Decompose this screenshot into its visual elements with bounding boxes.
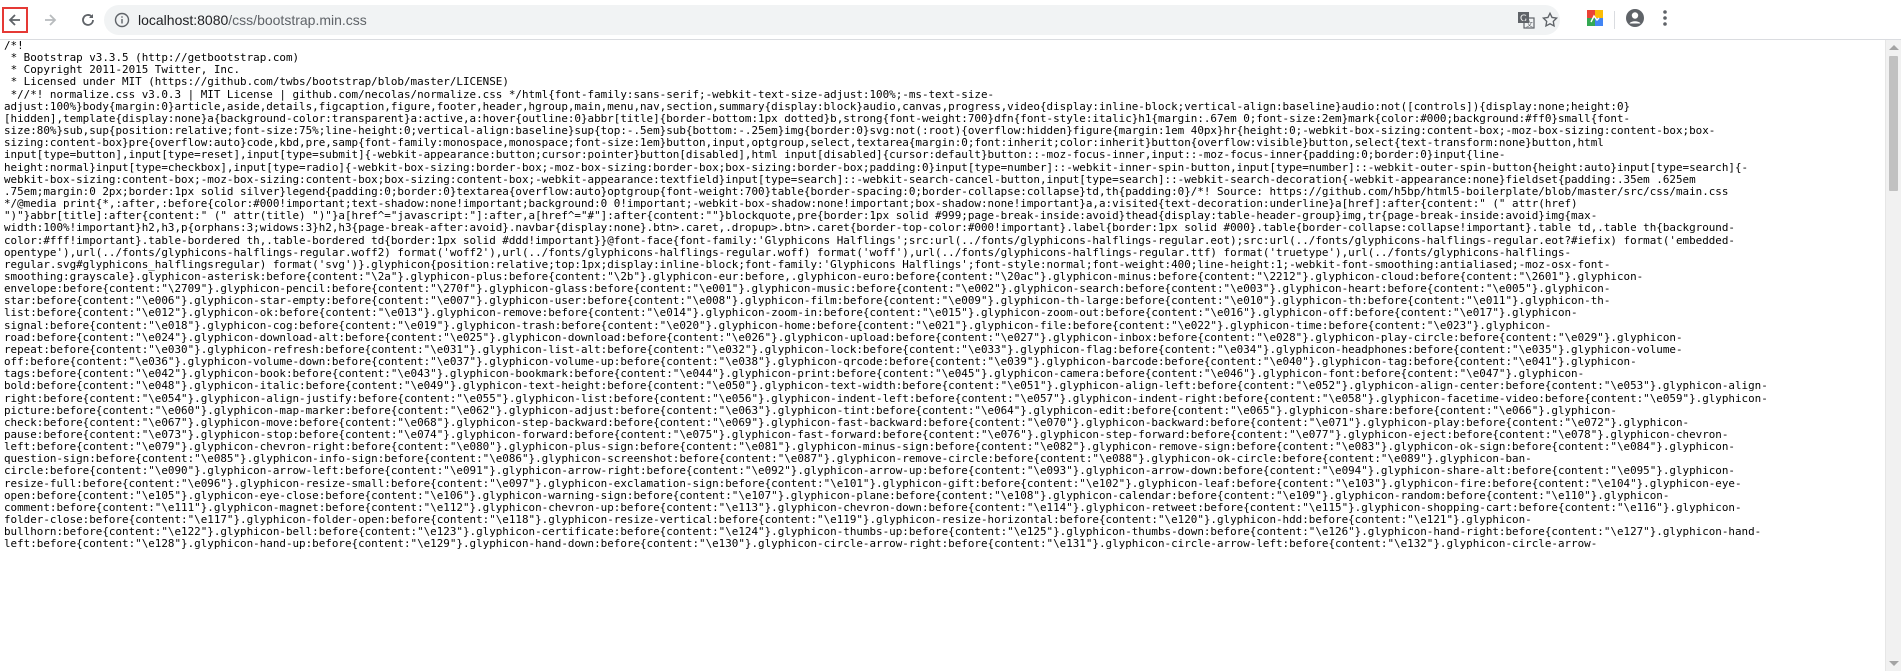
- vertical-scrollbar[interactable]: [1885, 40, 1901, 671]
- translate-icon[interactable]: G文: [1516, 10, 1536, 30]
- address-bar[interactable]: localhost:8080/css/bootstrap.min.css G文: [104, 5, 1560, 35]
- kebab-menu-icon[interactable]: [1655, 8, 1675, 28]
- back-button[interactable]: [2, 7, 28, 33]
- css-source-text: /*! * Bootstrap v3.3.5 (http://getbootst…: [4, 40, 1768, 551]
- account-icon[interactable]: [1625, 8, 1645, 28]
- extension-icon[interactable]: [1585, 8, 1605, 28]
- url-text[interactable]: localhost:8080/css/bootstrap.min.css: [138, 12, 367, 28]
- scroll-down-arrow-icon[interactable]: [1889, 661, 1899, 666]
- browser-toolbar: localhost:8080/css/bootstrap.min.css G文: [0, 0, 1901, 40]
- scroll-up-arrow-icon[interactable]: [1889, 45, 1899, 50]
- toolbar-divider: [1614, 11, 1615, 29]
- url-host: localhost:8080: [138, 12, 229, 28]
- star-icon[interactable]: [1540, 10, 1560, 30]
- arrow-left-icon: [8, 14, 20, 26]
- reload-icon: [82, 14, 94, 26]
- forward-button[interactable]: [36, 6, 64, 34]
- page-content: /*! * Bootstrap v3.3.5 (http://getbootst…: [0, 40, 1885, 671]
- scrollbar-thumb[interactable]: [1889, 56, 1898, 191]
- url-path: /css/bootstrap.min.css: [228, 12, 367, 28]
- info-circle-icon[interactable]: [114, 12, 130, 28]
- reload-button[interactable]: [74, 6, 102, 34]
- arrow-right-icon: [45, 14, 57, 26]
- svg-text:文: 文: [1526, 20, 1533, 29]
